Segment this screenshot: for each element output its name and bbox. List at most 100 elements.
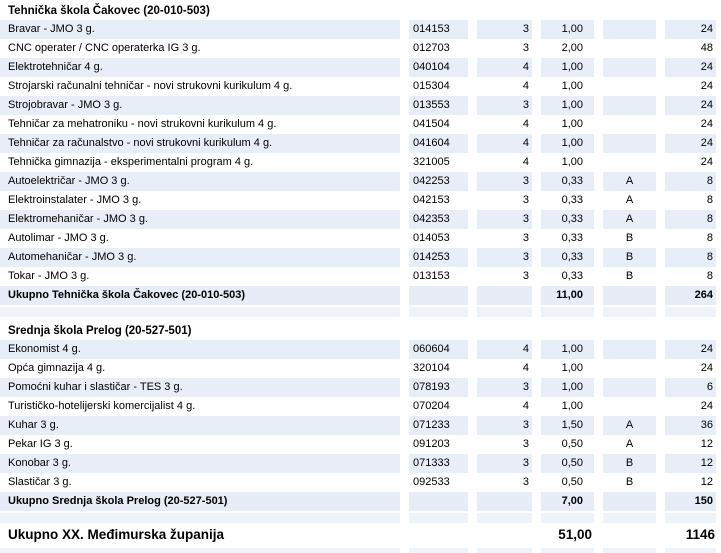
section-total-value: 11,00 (541, 286, 594, 305)
program-row: Konobar 3 g. 071333 3 0,50 B 12 (0, 454, 716, 473)
program-years: 4 (477, 153, 532, 172)
program-row: Tehničar za računalstvo - novi strukovni… (0, 134, 716, 153)
program-value: 0,50 (541, 454, 594, 473)
section-rows-cakovec: Bravar - JMO 3 g. 014153 3 1,00 24 CNC o… (0, 20, 716, 286)
separator-cell (409, 548, 468, 553)
program-letter: A (603, 435, 656, 454)
section-total-count: 264 (665, 286, 716, 305)
separator-cell (603, 548, 656, 553)
program-count: 12 (665, 435, 716, 454)
separator-cell (665, 548, 716, 553)
program-letter: B (603, 267, 656, 286)
program-letter: B (603, 248, 656, 267)
program-name: Elektroinstalater - JMO 3 g. (0, 191, 400, 210)
program-count: 24 (665, 58, 716, 77)
program-value: 2,00 (541, 39, 594, 58)
program-count: 8 (665, 191, 716, 210)
program-letter (603, 20, 656, 39)
section-rows-prelog: Ekonomist 4 g. 060604 4 1,00 24 Opća gim… (0, 340, 716, 492)
separator-cell (0, 548, 400, 553)
separator-cell (603, 307, 656, 317)
program-code: 014253 (409, 248, 468, 267)
program-years: 4 (477, 134, 532, 153)
program-value: 0,33 (541, 229, 594, 248)
separator-cell (409, 513, 468, 523)
program-row: CNC operater / CNC operaterka IG 3 g. 01… (0, 39, 716, 58)
program-letter: B (603, 229, 656, 248)
section-total-code-cell (409, 492, 468, 511)
program-name: Elektrotehničar 4 g. (0, 58, 400, 77)
program-code: 078193 (409, 378, 468, 397)
program-years: 3 (477, 20, 532, 39)
program-count: 8 (665, 172, 716, 191)
program-letter: A (603, 191, 656, 210)
program-years: 3 (477, 267, 532, 286)
separator-cell (477, 548, 532, 553)
program-name: Strojarski računalni tehničar - novi str… (0, 77, 400, 96)
grand-total-label: Ukupno XX. Međimurska županija (0, 525, 400, 545)
program-code: 013553 (409, 96, 468, 115)
program-letter (603, 115, 656, 134)
separator-cell (477, 513, 532, 523)
program-letter (603, 39, 656, 58)
program-row: Tokar - JMO 3 g. 013153 3 0,33 B 8 (0, 267, 716, 286)
section-total-years-cell (477, 286, 532, 305)
program-years: 3 (477, 39, 532, 58)
program-count: 6 (665, 378, 716, 397)
program-name: Turističko-hotelijerski komercijalist 4 … (0, 397, 400, 416)
program-count: 12 (665, 473, 716, 492)
program-row: Turističko-hotelijerski komercijalist 4 … (0, 397, 716, 416)
program-code: 015304 (409, 77, 468, 96)
program-name: Autolimar - JMO 3 g. (0, 229, 400, 248)
section-total-row-prelog: Ukupno Srednja škola Prelog (20-527-501)… (0, 492, 716, 511)
separator-row (0, 548, 716, 553)
program-letter (603, 96, 656, 115)
program-value: 0,33 (541, 248, 594, 267)
program-code: 320104 (409, 359, 468, 378)
grand-total-row: Ukupno XX. Međimurska županija 51,00 114… (0, 525, 716, 545)
program-years: 3 (477, 229, 532, 248)
separator-slot-1 (0, 307, 716, 317)
program-name: Tokar - JMO 3 g. (0, 267, 400, 286)
program-value: 1,00 (541, 153, 594, 172)
section-header-cakovec: Tehnička škola Čakovec (20-010-503) (0, 3, 716, 20)
separator-cell (665, 513, 716, 523)
program-count: 24 (665, 77, 716, 96)
program-years: 3 (477, 378, 532, 397)
program-row: Elektromehaničar - JMO 3 g. 042353 3 0,3… (0, 210, 716, 229)
program-years: 4 (477, 340, 532, 359)
separator-cell (477, 307, 532, 317)
program-name: CNC operater / CNC operaterka IG 3 g. (0, 39, 400, 58)
program-years: 4 (477, 58, 532, 77)
program-years: 3 (477, 473, 532, 492)
program-name: Opća gimnazija 4 g. (0, 359, 400, 378)
program-value: 1,00 (541, 96, 594, 115)
separator-slot-2 (0, 513, 716, 523)
separator-cell (0, 513, 400, 523)
program-code: 092533 (409, 473, 468, 492)
grand-total-count: 1146 (665, 525, 716, 545)
program-count: 24 (665, 397, 716, 416)
program-row: Pomoćni kuhar i slastičar - TES 3 g. 078… (0, 378, 716, 397)
program-name: Konobar 3 g. (0, 454, 400, 473)
program-code: 071233 (409, 416, 468, 435)
program-value: 0,33 (541, 267, 594, 286)
program-code: 012703 (409, 39, 468, 58)
program-code: 041504 (409, 115, 468, 134)
program-name: Strojobravar - JMO 3 g. (0, 96, 400, 115)
program-code: 042253 (409, 172, 468, 191)
program-value: 1,00 (541, 359, 594, 378)
program-value: 1,00 (541, 58, 594, 77)
program-code: 042153 (409, 191, 468, 210)
section-total-value: 7,00 (541, 492, 594, 511)
program-years: 4 (477, 359, 532, 378)
program-years: 4 (477, 77, 532, 96)
program-value: 1,00 (541, 115, 594, 134)
program-count: 8 (665, 210, 716, 229)
program-value: 0,33 (541, 210, 594, 229)
program-years: 3 (477, 191, 532, 210)
program-row: Opća gimnazija 4 g. 320104 4 1,00 24 (0, 359, 716, 378)
section-total-years-cell (477, 492, 532, 511)
section-total-row-cakovec: Ukupno Tehnička škola Čakovec (20-010-50… (0, 286, 716, 305)
separator-cell (409, 307, 468, 317)
